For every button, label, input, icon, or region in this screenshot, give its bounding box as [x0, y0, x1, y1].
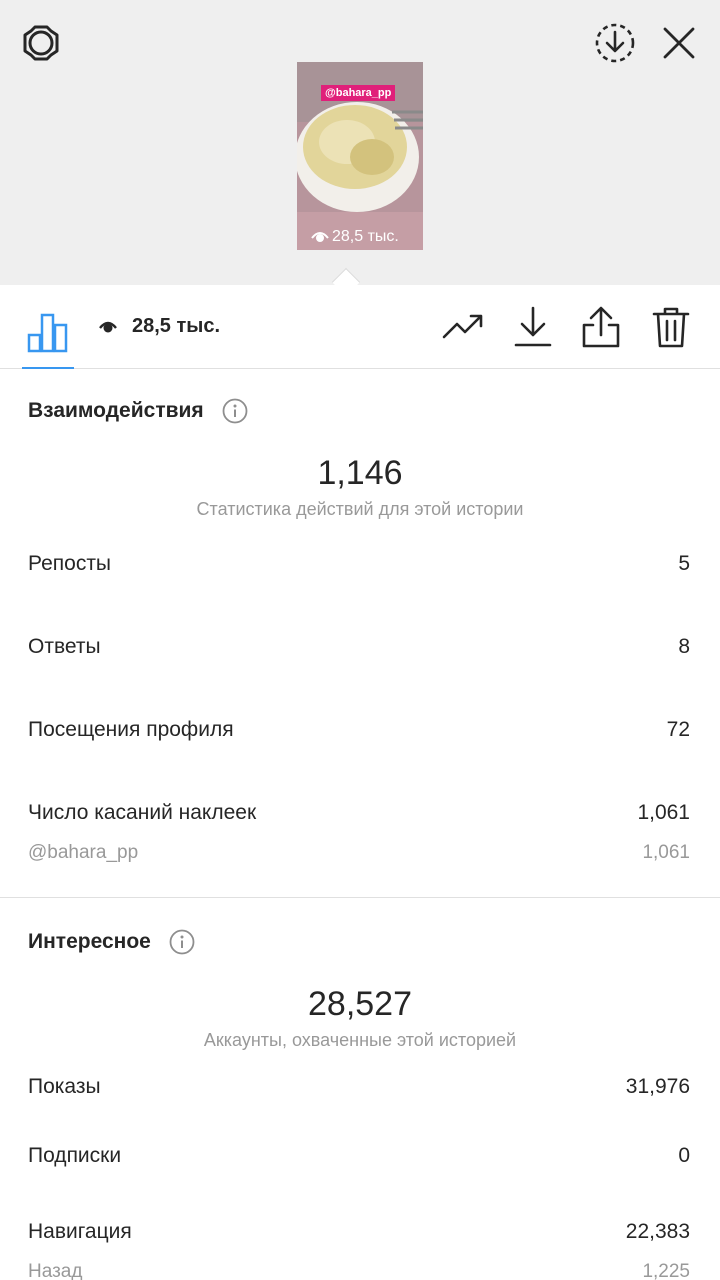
stat-sub-label: Назад: [28, 1261, 83, 1280]
stat-value: 31,976: [625, 1075, 690, 1098]
stat-row-sticker-taps: Число касаний наклеек 1,061: [28, 801, 690, 825]
stat-value: 1,061: [637, 801, 690, 824]
discovery-header: Интересное: [28, 929, 195, 955]
stat-sub-value: 1,225: [642, 1261, 690, 1280]
interactions-caption: Статистика действий для этой истории: [196, 499, 524, 519]
stat-row-follows: Подписки 0: [28, 1144, 690, 1168]
story-thumbnail[interactable]: @bahara_pp 28,5 тыс.: [297, 62, 423, 250]
section-divider: [0, 897, 720, 898]
stat-label: Посещения профиля: [28, 718, 234, 741]
section-title: Взаимодействия: [28, 399, 204, 422]
info-icon[interactable]: [169, 929, 195, 955]
stat-sub-value: 1,061: [642, 842, 690, 863]
stat-label: Ответы: [28, 635, 101, 658]
tab-insights[interactable]: [22, 299, 74, 369]
stat-subrow-sticker: @bahara_pp 1,061: [28, 842, 690, 864]
stat-label: Показы: [28, 1075, 101, 1098]
section-title: Интересное: [28, 930, 151, 953]
stat-label: Число касаний наклеек: [28, 801, 257, 824]
interactions-header: Взаимодействия: [28, 398, 248, 424]
settings-icon[interactable]: [18, 20, 64, 66]
stat-row-impressions: Показы 31,976: [28, 1075, 690, 1099]
archive-download-icon[interactable]: [592, 20, 638, 66]
interactions-total: 1,146: [317, 454, 403, 492]
stat-value: 5: [678, 552, 690, 575]
viewers-count: 28,5 тыс.: [132, 315, 221, 337]
stat-value: 72: [666, 718, 690, 741]
discovery-total: 28,527: [308, 985, 412, 1023]
stat-value: 22,383: [625, 1220, 690, 1243]
thumbnail-views-label: 28,5 тыс.: [332, 228, 399, 245]
story-preview-area: @bahara_pp 28,5 тыс.: [0, 0, 720, 285]
stat-label: Навигация: [28, 1220, 132, 1243]
stat-sub-label: @bahara_pp: [28, 842, 139, 863]
mention-sticker: @bahara_pp: [321, 85, 396, 101]
info-icon[interactable]: [222, 398, 248, 424]
stat-value: 0: [678, 1144, 690, 1167]
viewers-button[interactable]: 28,5 тыс.: [98, 315, 220, 338]
eye-icon: [311, 232, 329, 242]
bar-chart-icon: [27, 313, 68, 353]
share-icon[interactable]: [579, 305, 623, 349]
trending-icon[interactable]: [441, 305, 485, 349]
stat-row-navigation: Навигация 22,383: [28, 1220, 690, 1244]
thumbnail-views: 28,5 тыс.: [311, 228, 399, 246]
discovery-caption: Аккаунты, охваченные этой историей: [203, 1030, 517, 1050]
insights-toolbar: 28,5 тыс.: [0, 285, 720, 369]
stat-row-reposts: Репосты 5: [28, 552, 690, 576]
close-icon[interactable]: [658, 22, 700, 64]
stat-row-replies: Ответы 8: [28, 635, 690, 659]
download-icon[interactable]: [511, 305, 555, 349]
eye-icon: [99, 321, 117, 332]
stat-row-profile-visits: Посещения профиля 72: [28, 718, 690, 742]
trash-icon[interactable]: [649, 305, 693, 349]
stat-label: Репосты: [28, 552, 112, 575]
stat-subrow-back: Назад 1,225: [28, 1261, 690, 1280]
stat-label: Подписки: [28, 1144, 122, 1167]
stat-value: 8: [678, 635, 690, 658]
